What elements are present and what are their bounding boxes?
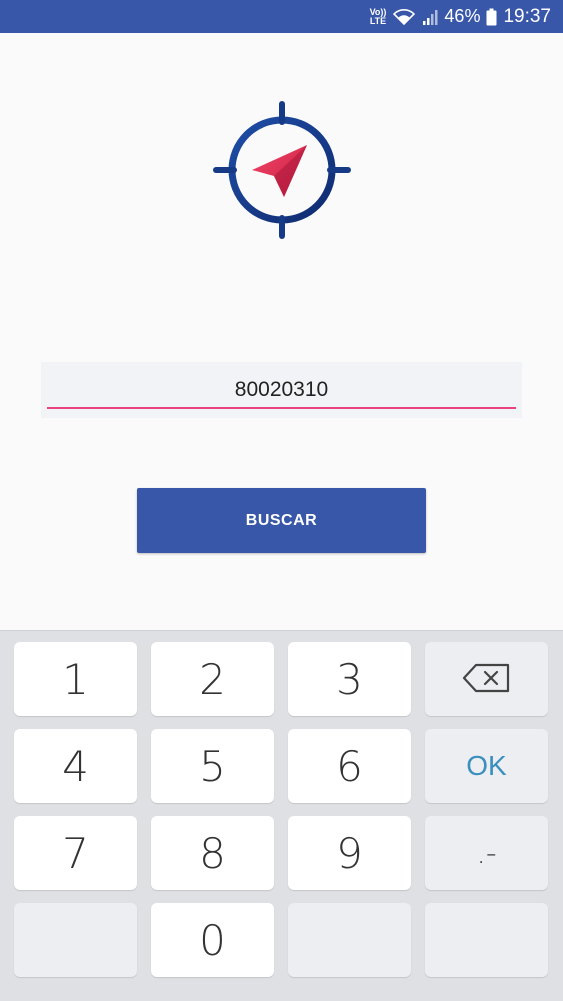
battery-percent: 46% (444, 6, 481, 26)
signal-icon (422, 8, 438, 26)
status-bar: Vo)) LTE 46% 19:37 (0, 0, 563, 33)
key-9[interactable]: 9 (288, 816, 411, 890)
ok-key[interactable]: OK (425, 729, 548, 803)
key-5[interactable]: 5 (151, 729, 274, 803)
compass-navigation-icon (212, 100, 352, 240)
backspace-icon (462, 655, 512, 704)
key-1[interactable]: 1 (14, 642, 137, 716)
clock: 19:37 (503, 5, 551, 27)
dot-minus-key[interactable]: .- (425, 816, 548, 890)
wifi-icon (392, 8, 416, 26)
key-3[interactable]: 3 (288, 642, 411, 716)
backspace-key[interactable] (425, 642, 548, 716)
key-8[interactable]: 8 (151, 816, 274, 890)
battery-icon (486, 8, 497, 26)
empty-key-left (14, 903, 137, 977)
key-7[interactable]: 7 (14, 816, 137, 890)
key-4[interactable]: 4 (14, 729, 137, 803)
search-input-container (41, 362, 522, 418)
key-6[interactable]: 6 (288, 729, 411, 803)
empty-key-right (425, 903, 548, 977)
search-input[interactable] (47, 370, 516, 410)
input-underline (47, 407, 516, 409)
search-button[interactable]: BUSCAR (137, 488, 426, 553)
empty-key-middle (288, 903, 411, 977)
status-indicators: Vo)) LTE 46% 19:37 (370, 0, 551, 33)
key-0[interactable]: 0 (151, 903, 274, 977)
key-2[interactable]: 2 (151, 642, 274, 716)
volte-icon: Vo)) LTE (369, 6, 387, 26)
numeric-keyboard: 1 2 3 4 5 6 OK 7 8 9 .- 0 (0, 630, 563, 1001)
